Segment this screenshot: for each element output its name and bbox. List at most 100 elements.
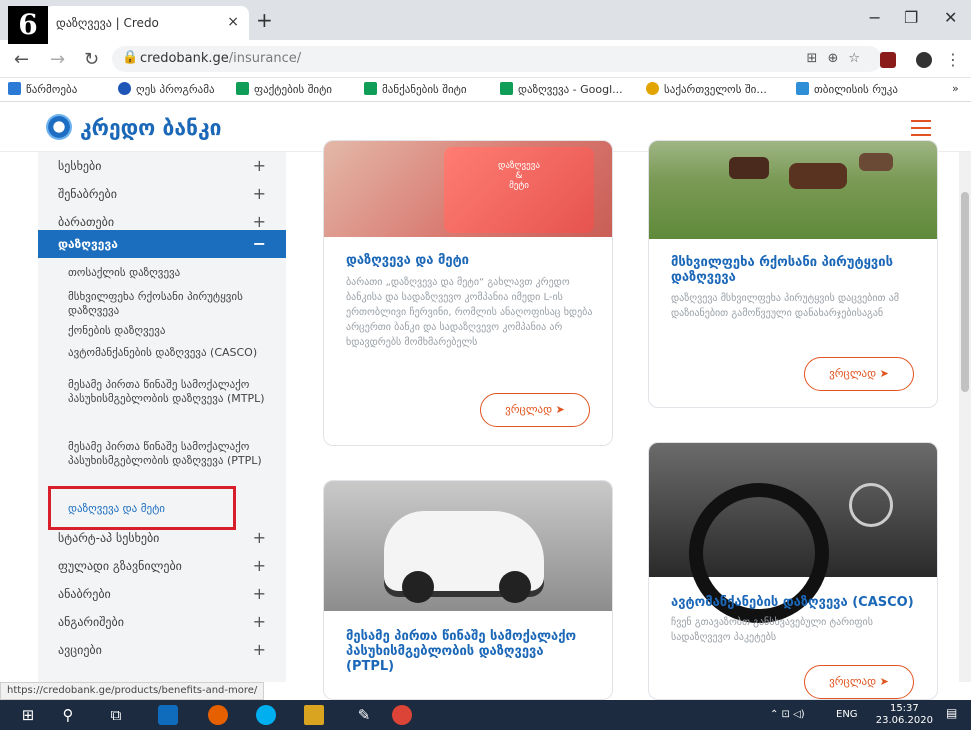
windows-start-icon[interactable]: ⊞ [18,705,38,725]
card-description: ბარათი „დაზღვევა და მეტი“ გახლავთ კრედო … [346,277,593,348]
bookmark-icon [364,82,377,95]
read-more-button[interactable]: ვრცლად ➤ [804,665,914,699]
clock-time: 15:37 [889,703,919,714]
omnibox-actions[interactable]: ⊞⊕☆ [807,51,870,66]
tab-title: დაზღვევა | Credo [56,16,159,30]
card-graphic-text: მეტი [509,181,529,191]
search-icon[interactable]: ⚲ [58,705,78,725]
read-more-button[interactable]: ვრცლად ➤ [804,357,914,391]
card-image [649,443,937,623]
forward-arrow-icon[interactable]: → [50,49,65,70]
expand-icon[interactable]: + [253,556,266,575]
taskbar-clock[interactable]: 15:37 23.06.2020 [876,703,933,727]
product-sidebar: სესხები + შენაბრები + ბარათები + დაზღვევა − … [38,152,286,682]
sidebar-subitem[interactable]: ქონების დაზღვევა [68,324,268,338]
card-title[interactable]: მსხვილფეხა რქოსანი პირუტყვის დაზღვევა [671,255,921,285]
sidebar-item-money-transfers[interactable]: ფულადი გზავნილები + [38,552,286,580]
site-logo-text[interactable]: კრედო ბანკი [80,116,221,140]
bookmark-icon [500,82,513,95]
card-image [324,481,612,611]
back-arrow-icon[interactable]: ← [14,49,29,70]
bookmark-item[interactable]: ღეს პროგრამა [118,82,215,96]
bookmark-icon [118,82,131,95]
url-input[interactable]: 🔒 credobank.ge/insurance/ ⊞⊕☆ [112,46,882,72]
cow-figure [859,153,893,171]
bookmark-item[interactable]: მანქანების შიტი [364,82,467,96]
task-view-icon[interactable]: ⧉ [106,705,126,725]
bookmark-item[interactable]: წარმოება [8,82,77,96]
firefox-icon[interactable] [208,705,228,725]
bookmark-item[interactable]: დაზღვევა - Googl... [500,82,623,96]
language-indicator[interactable]: ENG [836,709,858,720]
bookmark-item[interactable]: ფაქტების შიტი [236,82,332,96]
expand-icon[interactable]: + [253,156,266,175]
maximize-button[interactable]: ❐ [904,8,918,27]
sidebar-item-loans[interactable]: სესხები + [38,152,286,180]
status-bar-url: https://credobank.ge/products/benefits-a… [0,682,265,700]
browser-tab-bar: დაზღვევა | Credo × + − ❐ ✕ [0,0,971,40]
sidebar-item-promotions[interactable]: ავციები + [38,636,286,664]
product-card-casco[interactable]: ავტომანქანების დაზღვევა (CASCO) ჩვენ გთა… [648,442,938,700]
sidebar-subitem[interactable]: თოსაქლის დაზღვევა [68,266,268,280]
car-wheel [499,571,531,603]
product-card-insurance-and-more[interactable]: დაზღვევა & მეტი დაზღვევა და მეტი ბარათი … [323,140,613,446]
sidebar-item-accounts[interactable]: ანგარიშები + [38,608,286,636]
expand-icon[interactable]: + [253,640,266,659]
new-tab-button[interactable]: + [256,8,273,32]
windows-taskbar: ⊞ ⚲ ⧉ ✎ ⌃ ⊡ ◁) ENG 15:37 23.06.2020 ▤ [0,700,971,730]
card-title[interactable]: ავტომანქანების დაზღვევა (CASCO) [671,595,921,610]
sidebar-subitem[interactable]: ავტომანქანების დაზღვევა (CASCO) [68,346,268,360]
bookmark-icon [796,82,809,95]
extension-icon[interactable] [916,52,932,68]
card-title[interactable]: დაზღვევა და მეტი [346,253,596,268]
collapse-icon[interactable]: − [253,234,266,253]
card-image: დაზღვევა & მეტი [324,141,612,237]
expand-icon[interactable]: + [253,584,266,603]
expand-icon[interactable]: + [253,184,266,203]
skype-icon[interactable] [256,705,276,725]
close-tab-icon[interactable]: × [227,14,239,30]
lock-icon: 🔒 [122,50,139,65]
page-scrollbar[interactable] [959,152,971,682]
dashboard-gauge [849,483,893,527]
sidebar-item-insurance[interactable]: დაზღვევა − [38,230,286,258]
reload-icon[interactable]: ↻ [84,49,99,70]
sidebar-item-deposits[interactable]: ანაბრები + [38,580,286,608]
bookmark-item[interactable]: საქართველოს ში... [646,82,767,96]
bookmark-icon [646,82,659,95]
sidebar-item-savings[interactable]: შენაბრები + [38,180,286,208]
bookmark-item[interactable]: თბილისის რუკა [796,82,898,96]
expand-icon[interactable]: + [253,212,266,231]
card-graphic-text: & [515,171,523,181]
bookmarks-overflow-icon[interactable]: » [952,82,959,95]
sidebar-subitem[interactable]: მესამე პირთა წინაშე სამოქალაქო პასუხისმგ… [68,378,268,406]
browser-menu-icon[interactable]: ⋮ [945,50,961,69]
tray-icons[interactable]: ⌃ ⊡ ◁) [770,709,805,720]
sidebar-subitem[interactable]: მსხვილფეხა რქოსანი პირუტყვის დაზღვევა [68,290,268,318]
close-window-button[interactable]: ✕ [944,8,957,27]
hamburger-menu-icon[interactable] [911,120,931,141]
product-card-ptpl[interactable]: მესამე პირთა წინაშე სამოქალაქო პასუხისმგ… [323,480,613,700]
card-description: დაზღვევა მსხვილფეხა პირუტყვის დაცვებით ა… [671,293,900,319]
card-title[interactable]: მესამე პირთა წინაშე სამოქალაქო პასუხისმგ… [346,629,596,674]
read-more-button[interactable]: ვრცლად ➤ [480,393,590,427]
notification-center-icon[interactable]: ▤ [946,706,957,720]
product-card-livestock-insurance[interactable]: მსხვილფეხა რქოსანი პირუტყვის დაზღვევა და… [648,140,938,408]
chrome-icon[interactable] [392,705,412,725]
credo-logo-icon[interactable] [46,114,72,140]
bookmarks-bar: წარმოება ღეს პროგრამა ფაქტების შიტი მანქ… [0,78,971,102]
outlook-icon[interactable] [158,705,178,725]
pdf-extension-icon[interactable] [880,52,896,68]
scroll-thumb[interactable] [961,192,969,392]
file-explorer-icon[interactable] [304,705,324,725]
card-graphic-text: დაზღვევა [498,161,540,171]
browser-tab[interactable]: დაზღვევა | Credo × [44,6,249,40]
sidebar-subitem[interactable]: მესამე პირთა წინაშე სამოქალაქო პასუხისმგ… [68,440,268,468]
paint-icon[interactable]: ✎ [354,705,374,725]
url-text: credobank.ge/insurance/ [140,51,302,66]
car-wheel [402,571,434,603]
expand-icon[interactable]: + [253,528,266,547]
expand-icon[interactable]: + [253,612,266,631]
minimize-button[interactable]: − [868,8,881,27]
address-bar-row: ← → ↻ 🔒 credobank.ge/insurance/ ⊞⊕☆ ⋮ [0,40,971,78]
